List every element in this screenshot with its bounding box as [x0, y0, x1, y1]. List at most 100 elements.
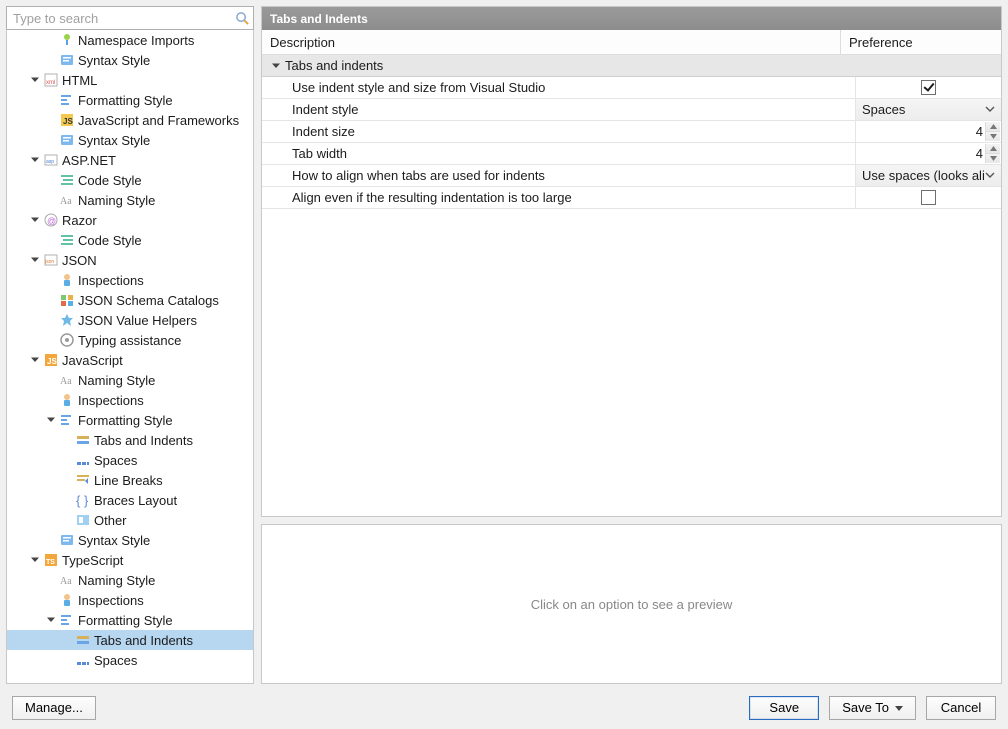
tree-item[interactable]: Inspections: [7, 390, 253, 410]
setting-value-indent_size[interactable]: 4: [855, 121, 1001, 142]
tree-item[interactable]: Syntax Style: [7, 130, 253, 150]
tree-item[interactable]: Namespace Imports: [7, 30, 253, 50]
setting-label: Tab width: [262, 143, 855, 164]
tree-item[interactable]: Spaces: [7, 450, 253, 470]
tree-item-label: Syntax Style: [78, 133, 150, 148]
expand-icon[interactable]: [29, 154, 41, 166]
expand-icon[interactable]: [29, 214, 41, 226]
spin-down-button[interactable]: [986, 131, 1000, 141]
tree-item-label: Inspections: [78, 393, 144, 408]
tree-item-label: Formatting Style: [78, 613, 173, 628]
footer: Manage... Save Save To Cancel: [0, 686, 1008, 729]
svg-text:@: @: [47, 216, 56, 226]
tree-item[interactable]: jsonJSON: [7, 250, 253, 270]
tree-item-label: Inspections: [78, 273, 144, 288]
number-value: 4: [976, 146, 983, 161]
spin-up-button[interactable]: [986, 122, 1000, 131]
tree-scroll[interactable]: Namespace ImportsSyntax StylexmlHTMLForm…: [7, 30, 253, 683]
column-header-preference[interactable]: Preference: [841, 30, 1001, 54]
setting-value-indent_style[interactable]: Spaces: [855, 99, 1001, 120]
tree-item[interactable]: JSJavaScript: [7, 350, 253, 370]
tree-item[interactable]: AaNaming Style: [7, 190, 253, 210]
tree-item[interactable]: Spaces: [7, 650, 253, 670]
tree-item[interactable]: JSON Schema Catalogs: [7, 290, 253, 310]
tree-item[interactable]: xmlHTML: [7, 70, 253, 90]
expand-icon: [45, 54, 57, 66]
svg-text:json: json: [44, 259, 54, 265]
tree-item-label: Namespace Imports: [78, 33, 194, 48]
chevron-down-icon: [985, 168, 995, 183]
tree-item[interactable]: { }Braces Layout: [7, 490, 253, 510]
tree-item-label: Spaces: [94, 453, 137, 468]
checkbox[interactable]: [921, 80, 936, 95]
tree-item[interactable]: Syntax Style: [7, 50, 253, 70]
tree-item-label: Spaces: [94, 653, 137, 668]
tree-item[interactable]: Code Style: [7, 170, 253, 190]
right-panel: Tabs and Indents Description Preference …: [261, 6, 1002, 684]
spin-up-button[interactable]: [986, 144, 1000, 153]
expand-icon[interactable]: [29, 354, 41, 366]
tree-item[interactable]: TSTypeScript: [7, 550, 253, 570]
spin-down-button[interactable]: [986, 153, 1000, 163]
search-box[interactable]: [6, 6, 254, 30]
setting-value-align_large[interactable]: [855, 187, 1001, 208]
dropdown[interactable]: Use spaces (looks aligned: [856, 165, 1001, 186]
setting-value-use_vs[interactable]: [855, 77, 1001, 98]
inspect-icon: [59, 592, 75, 608]
setting-value-align_tabs[interactable]: Use spaces (looks aligned: [855, 165, 1001, 186]
expand-icon: [45, 314, 57, 326]
tree-item[interactable]: AaNaming Style: [7, 370, 253, 390]
expand-icon: [45, 294, 57, 306]
checkbox[interactable]: [921, 190, 936, 205]
tree-item[interactable]: Typing assistance: [7, 330, 253, 350]
tree-item-label: Syntax Style: [78, 53, 150, 68]
tree-item[interactable]: @Razor: [7, 210, 253, 230]
tree-item[interactable]: Inspections: [7, 270, 253, 290]
naming-icon: Aa: [59, 572, 75, 588]
settings-panel: Tabs and Indents Description Preference …: [261, 6, 1002, 517]
expand-icon[interactable]: [45, 614, 57, 626]
tree-item-label: HTML: [62, 73, 97, 88]
tree-item[interactable]: Formatting Style: [7, 90, 253, 110]
razor-icon: @: [43, 212, 59, 228]
expand-icon: [45, 594, 57, 606]
settings-group-header[interactable]: Tabs and indents: [262, 55, 1001, 77]
expand-icon[interactable]: [29, 254, 41, 266]
format-icon: [59, 612, 75, 628]
tree-item[interactable]: Line Breaks: [7, 470, 253, 490]
tree-item[interactable]: Tabs and Indents: [7, 630, 253, 650]
expand-icon[interactable]: [29, 74, 41, 86]
code-icon: [59, 232, 75, 248]
dropdown[interactable]: Spaces: [856, 99, 1001, 120]
expand-icon: [61, 494, 73, 506]
expand-icon[interactable]: [29, 554, 41, 566]
number-value: 4: [976, 124, 983, 139]
column-headers: Description Preference: [262, 30, 1001, 55]
tree-item[interactable]: Syntax Style: [7, 530, 253, 550]
typing-icon: [59, 332, 75, 348]
schema-icon: [59, 292, 75, 308]
tree-item[interactable]: Tabs and Indents: [7, 430, 253, 450]
tree-item[interactable]: Other: [7, 510, 253, 530]
tree-item[interactable]: Inspections: [7, 590, 253, 610]
expand-icon[interactable]: [45, 414, 57, 426]
setting-row-align_large: Align even if the resulting indentation …: [262, 187, 1001, 209]
manage-button[interactable]: Manage...: [12, 696, 96, 720]
expand-icon: [61, 474, 73, 486]
save-button[interactable]: Save: [749, 696, 819, 720]
number-input[interactable]: 4: [856, 143, 1001, 164]
number-input[interactable]: 4: [856, 121, 1001, 142]
tree-item[interactable]: aspASP.NET: [7, 150, 253, 170]
search-input[interactable]: [13, 11, 235, 26]
tree-item[interactable]: Formatting Style: [7, 410, 253, 430]
tree-item[interactable]: JSJavaScript and Frameworks: [7, 110, 253, 130]
tree-item[interactable]: AaNaming Style: [7, 570, 253, 590]
tree-item[interactable]: JSON Value Helpers: [7, 310, 253, 330]
cancel-button[interactable]: Cancel: [926, 696, 996, 720]
column-header-description[interactable]: Description: [262, 30, 841, 54]
save-to-button[interactable]: Save To: [829, 696, 916, 720]
tree-item[interactable]: Code Style: [7, 230, 253, 250]
setting-row-indent_style: Indent styleSpaces: [262, 99, 1001, 121]
setting-value-tab_width[interactable]: 4: [855, 143, 1001, 164]
tree-item[interactable]: Formatting Style: [7, 610, 253, 630]
